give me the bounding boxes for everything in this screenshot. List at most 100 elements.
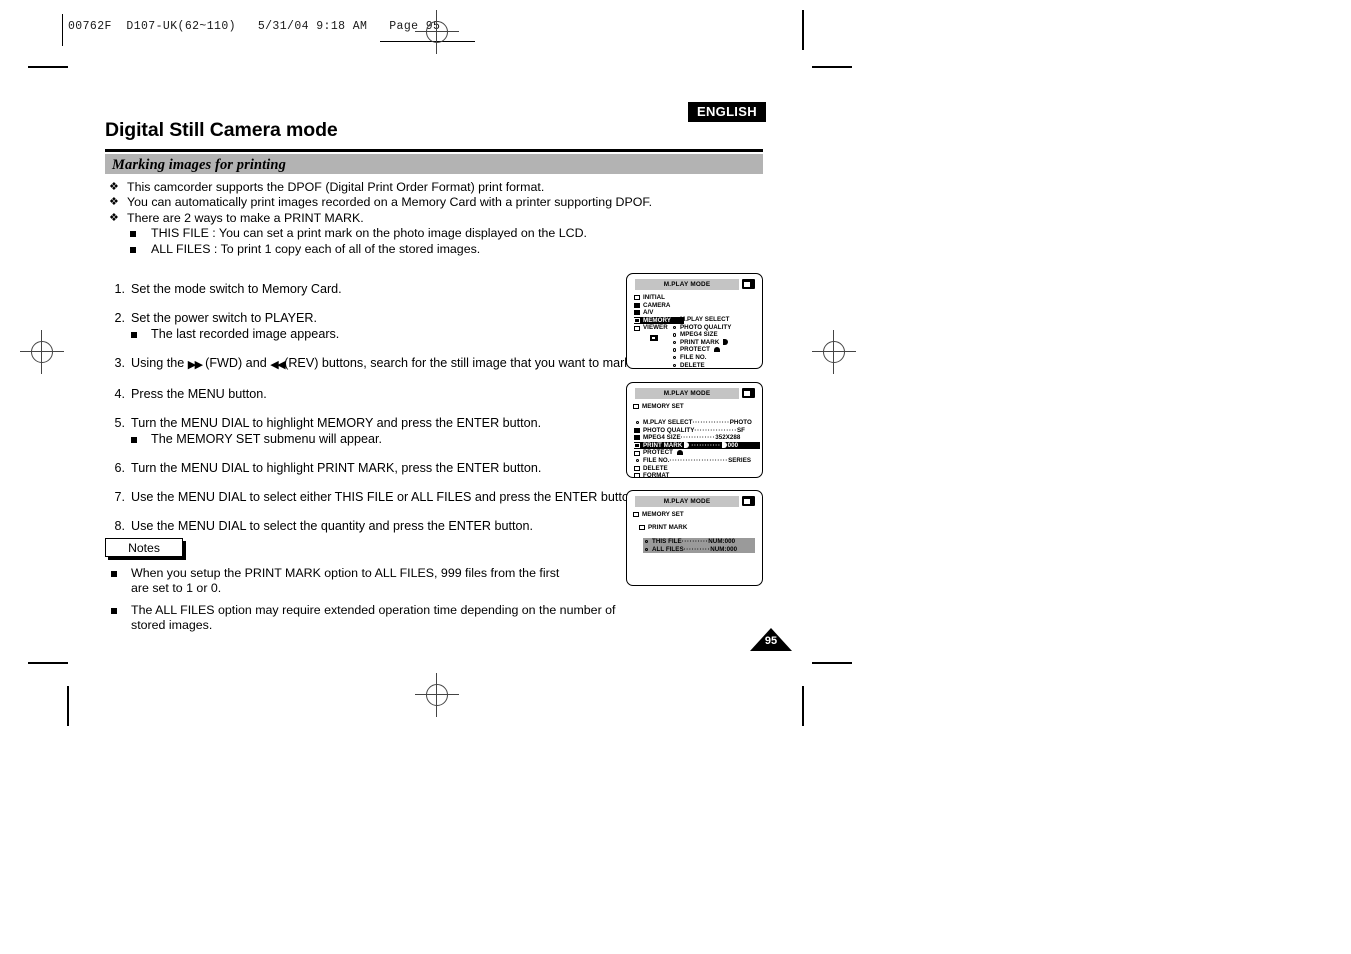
- list-item: ❖ You can automatically print images rec…: [105, 195, 765, 210]
- lcd-screenshot-2: M.PLAY MODE MEMORY SET M.PLAY SELECT····…: [626, 382, 763, 478]
- submenu-item-label: PROTECT: [680, 346, 710, 354]
- row-all-files[interactable]: ALL FILES··········NUM:000: [643, 545, 755, 554]
- folder-icon: [634, 302, 640, 308]
- row-format[interactable]: FORMAT: [634, 472, 760, 477]
- row-label: PRINT MARK: [643, 441, 683, 449]
- submenu-item-photo-quality[interactable]: PHOTO QUALITY: [671, 323, 762, 332]
- step-text-mid: (FWD) and: [201, 356, 271, 370]
- registration-mark-bottom: [415, 673, 459, 717]
- row-dots: ··············: [692, 419, 730, 426]
- list-item: THIS FILE : You can set a print mark on …: [105, 226, 765, 241]
- menu-header-memory-set[interactable]: MEMORY SET: [633, 403, 759, 411]
- submenu-item-label: PHOTO QUALITY: [680, 323, 732, 331]
- lcd1-submenu: M.PLAY SELECT PHOTO QUALITY MPEG4 SIZE P…: [671, 316, 762, 368]
- row-mpeg4-size[interactable]: MPEG4 SIZE·············352X288: [634, 434, 760, 442]
- row-file-no[interactable]: FILE NO.······················SERIES: [634, 457, 760, 465]
- row-value: 352X288: [715, 434, 741, 442]
- row-dots: ···········: [691, 441, 721, 449]
- row-value: 000: [727, 441, 739, 449]
- submenu-item-protect[interactable]: PROTECT: [671, 346, 762, 354]
- step-number: 2.: [114, 311, 125, 325]
- lcd-title: M.PLAY MODE: [663, 498, 711, 505]
- print-mark-icon: [684, 441, 690, 448]
- row-label: PHOTO QUALITY: [643, 426, 695, 434]
- row-mplay-select[interactable]: M.PLAY SELECT··············PHOTO: [634, 419, 760, 427]
- folder-icon: [634, 295, 640, 301]
- lcd-title-bar: M.PLAY MODE: [635, 496, 739, 507]
- crop-mark-top-right-h: [812, 66, 852, 68]
- list-item-text: ALL FILES : To print 1 copy each of all …: [151, 241, 481, 256]
- step-number: 4.: [114, 387, 125, 401]
- submenu-item-mpeg4-size[interactable]: MPEG4 SIZE: [671, 331, 762, 339]
- square-bullet-icon: [131, 437, 137, 443]
- folder-icon: [634, 325, 640, 331]
- menu-item-label: CAMERA: [643, 301, 671, 309]
- submenu-item-delete[interactable]: DELETE: [671, 362, 762, 368]
- crop-mark-top-left-h: [28, 66, 68, 68]
- submenu-item-label: M.PLAY SELECT: [680, 316, 730, 323]
- row-print-mark[interactable]: PRINT MARK ··········· 000: [634, 441, 760, 450]
- row-value: SERIES: [728, 456, 752, 464]
- row-value: NUM:000: [710, 545, 738, 553]
- cursor-box-icon: [650, 335, 658, 341]
- print-mark-icon: [723, 338, 729, 345]
- menu-item-label: INITIAL: [643, 294, 666, 301]
- list-item: ❖ There are 2 ways to make a PRINT MARK.: [105, 211, 765, 226]
- row-dots: ··········: [681, 538, 709, 545]
- lcd-title: M.PLAY MODE: [663, 390, 711, 397]
- lcd-title-bar: M.PLAY MODE: [635, 388, 739, 399]
- note-item: The ALL FILES option may require extende…: [105, 603, 765, 633]
- row-protect[interactable]: PROTECT: [634, 449, 760, 457]
- step-subnote-text: The MEMORY SET submenu will appear.: [151, 432, 382, 446]
- menu-item-camera[interactable]: CAMERA: [634, 302, 684, 310]
- row-value: SF: [737, 426, 746, 434]
- diamond-bullet-icon: [672, 333, 676, 337]
- page-number-flag: 95: [750, 628, 792, 651]
- menu-item-label: VIEWER: [643, 324, 668, 332]
- submenu-item-label: MPEG4 SIZE: [680, 331, 718, 339]
- row-label: DELETE: [643, 464, 668, 472]
- diamond-bullet-icon: [672, 325, 676, 329]
- submenu-item-mplay-select[interactable]: M.PLAY SELECT: [671, 316, 762, 324]
- row-this-file[interactable]: THIS FILE··········NUM:000: [643, 538, 755, 546]
- menu-item-initial[interactable]: INITIAL: [634, 294, 684, 302]
- row-photo-quality[interactable]: PHOTO QUALITY················SF: [634, 427, 760, 435]
- list-item: ❖ This camcorder supports the DPOF (Digi…: [105, 180, 765, 195]
- row-dots: ·············: [680, 434, 716, 442]
- lcd-title: M.PLAY MODE: [663, 281, 711, 288]
- submenu-item-print-mark[interactable]: PRINT MARK: [671, 338, 762, 347]
- row-delete[interactable]: DELETE: [634, 465, 760, 473]
- title-rule: [105, 149, 763, 152]
- crop-mark-bottom-left-h: [28, 662, 68, 664]
- diamond-bullet-icon: [672, 318, 676, 322]
- lcd3-header: MEMORY SET: [633, 511, 759, 519]
- lcd-screenshot-1: M.PLAY MODE INITIAL CAMERA A/V MEMORY VI…: [626, 273, 763, 369]
- lcd-screenshot-3: M.PLAY MODE MEMORY SET PRINT MARK THIS F…: [626, 490, 763, 586]
- submenu-item-file-no[interactable]: FILE NO.: [671, 353, 762, 362]
- crop-mark-bottom-left-v: [67, 686, 69, 726]
- square-bullet-icon: [131, 332, 137, 338]
- submenu-item-label: FILE NO.: [680, 353, 707, 361]
- folder-icon: [634, 450, 640, 456]
- diamond-bullet-icon: [672, 340, 676, 345]
- lcd3-subheader: PRINT MARK: [639, 524, 759, 532]
- list-item: ALL FILES : To print 1 copy each of all …: [105, 242, 765, 257]
- step-number: 5.: [114, 416, 125, 430]
- folder-icon: [633, 512, 639, 518]
- crop-mark-bottom-right-v: [802, 686, 804, 726]
- folder-icon: [634, 465, 640, 471]
- row-label: FILE NO.: [643, 456, 670, 464]
- section-header: Marking images for printing: [105, 154, 763, 174]
- notes-tab: Notes: [105, 538, 183, 557]
- clover-bullet-icon: ❖: [109, 196, 119, 209]
- clover-bullet-icon: ❖: [109, 181, 119, 193]
- menu-subheader-print-mark[interactable]: PRINT MARK: [639, 524, 759, 532]
- diamond-bullet-icon: [672, 355, 676, 360]
- folder-icon: [639, 525, 645, 531]
- intro-bullet-list: ❖ This camcorder supports the DPOF (Digi…: [105, 180, 765, 257]
- menu-header-memory-set[interactable]: MEMORY SET: [633, 511, 759, 519]
- row-label: M.PLAY SELECT: [643, 419, 693, 426]
- square-bullet-icon: [130, 246, 136, 253]
- row-label: MPEG4 SIZE: [643, 434, 681, 442]
- registration-mark-right: [812, 330, 856, 374]
